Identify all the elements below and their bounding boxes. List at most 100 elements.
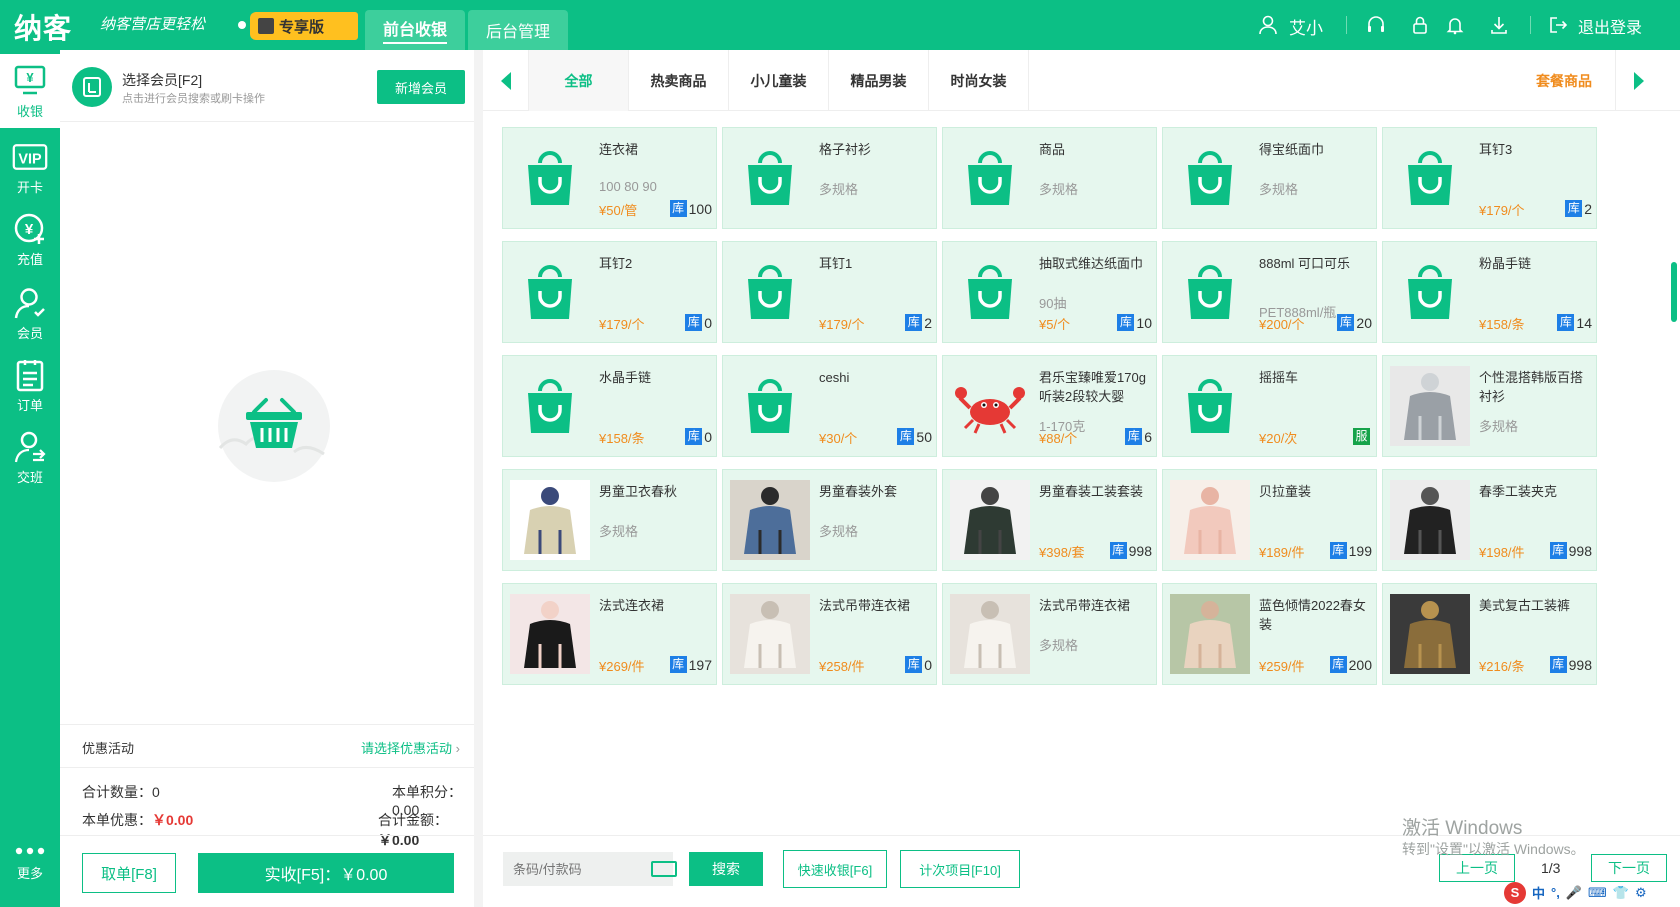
product-card[interactable]: 888ml 可口可乐 PET888ml/瓶 ¥200/个库 20 bbox=[1162, 241, 1377, 343]
product-card[interactable]: 法式吊带连衣裙 ¥258/件 库 0 bbox=[722, 583, 937, 685]
product-thumbnail bbox=[950, 480, 1030, 560]
product-price: ¥179/个 bbox=[599, 317, 645, 332]
category-bar: 全部 热卖商品 小儿童装 精品男装 时尚女装 套餐商品 bbox=[483, 50, 1680, 111]
product-card[interactable]: 抽取式维达纸面巾 90抽 ¥5/个 库 10 bbox=[942, 241, 1157, 343]
settings-icon[interactable]: ⚙ bbox=[1635, 885, 1647, 901]
sidebar-item-open-card[interactable]: VIP 开卡 bbox=[0, 130, 60, 204]
product-stock: 库 200 bbox=[1329, 656, 1372, 673]
product-card[interactable]: 耳钉1 ¥179/个 库 2 bbox=[722, 241, 937, 343]
product-name: 耳钉1 bbox=[819, 256, 853, 271]
product-card[interactable]: 春季工装夹克 ¥198/件 库 998 bbox=[1382, 469, 1597, 571]
microphone-icon[interactable]: 🎤 bbox=[1566, 885, 1582, 901]
product-thumbnail bbox=[1390, 480, 1470, 560]
product-card[interactable]: 法式吊带连衣裙 多规格 bbox=[942, 583, 1157, 685]
sidebar-label: 订单 bbox=[16, 397, 43, 413]
product-thumbnail bbox=[510, 480, 590, 560]
product-thumbnail bbox=[1390, 138, 1470, 218]
quick-pay-button[interactable]: 快速收银[F6] bbox=[783, 850, 887, 888]
product-name: 得宝纸面巾 bbox=[1259, 142, 1325, 157]
product-card[interactable]: 格子衬衫 多规格 bbox=[722, 127, 937, 229]
product-spec: 90抽 bbox=[1039, 296, 1067, 311]
tab-category[interactable]: 全部 bbox=[529, 50, 629, 111]
sidebar-item-more[interactable]: 更多 bbox=[0, 829, 60, 893]
keyboard-icon[interactable]: ⌨ bbox=[1588, 885, 1607, 901]
product-card[interactable]: 贝拉童装 ¥189/件 库 199 bbox=[1162, 469, 1377, 571]
punctuation-icon[interactable]: °, bbox=[1551, 885, 1560, 900]
product-card[interactable]: 男童卫衣春秋 多规格 bbox=[502, 469, 717, 571]
product-card[interactable]: 连衣裙 100 80 90 ¥50/管 库 100 bbox=[502, 127, 717, 229]
user-name[interactable]: 艾小 bbox=[1289, 14, 1323, 39]
count-item-button[interactable]: 计次项目[F10] bbox=[900, 850, 1020, 888]
order-total-label: 合计金额： bbox=[378, 812, 448, 828]
product-price: ¥189/件 bbox=[1259, 545, 1305, 560]
sidebar-label: 会员 bbox=[16, 325, 43, 341]
product-thumbnail bbox=[1390, 366, 1470, 446]
category-next-arrow-icon[interactable] bbox=[1615, 50, 1661, 111]
promotion-select-label: 请选择优惠活动 bbox=[361, 741, 453, 756]
product-card[interactable]: 耳钉3 ¥179/个 库 2 bbox=[1382, 127, 1597, 229]
category-prev-arrow-icon[interactable] bbox=[483, 50, 529, 111]
product-card[interactable]: 水晶手链 ¥158/条 库 0 bbox=[502, 355, 717, 457]
keyboard-icon[interactable] bbox=[651, 861, 677, 877]
product-thumbnail bbox=[1170, 138, 1250, 218]
product-card[interactable]: 男童春装外套 多规格 bbox=[722, 469, 937, 571]
download-icon[interactable] bbox=[1489, 15, 1509, 35]
sidebar-item-cashier[interactable]: ¥ 收银 bbox=[0, 54, 60, 128]
search-button[interactable]: 搜索 bbox=[689, 852, 763, 886]
stock-count: 0 bbox=[704, 314, 712, 331]
product-spec: 多规格 bbox=[819, 182, 859, 197]
sidebar-item-member[interactable]: 会员 bbox=[0, 276, 60, 350]
tab-category[interactable]: 小儿童装 bbox=[729, 50, 829, 111]
cancel-order-button[interactable]: 取单[F8] bbox=[82, 853, 176, 893]
product-name: 法式吊带连衣裙 bbox=[819, 598, 911, 613]
product-card[interactable]: 耳钉2 ¥179/个 库 0 bbox=[502, 241, 717, 343]
sidebar-item-shift[interactable]: 交班 bbox=[0, 420, 60, 494]
product-card[interactable]: ceshi ¥30/个 库 50 bbox=[722, 355, 937, 457]
sidebar-label: 收银 bbox=[16, 103, 43, 119]
ime-mode[interactable]: 中 bbox=[1532, 883, 1545, 902]
stock-count: 998 bbox=[1128, 542, 1152, 559]
promotion-select[interactable]: 请选择优惠活动 › bbox=[361, 738, 460, 757]
product-card[interactable]: 法式连衣裙 ¥269/件 库 197 bbox=[502, 583, 717, 685]
product-thumbnail bbox=[950, 252, 1030, 332]
promotion-row[interactable]: 优惠活动 请选择优惠活动 › bbox=[60, 724, 474, 768]
stock-count: 6 bbox=[1144, 428, 1152, 445]
user-icon[interactable] bbox=[1258, 15, 1278, 35]
product-card[interactable]: 君乐宝臻唯爱170g听装2段较大婴 1-170克 ¥88/个库 6 bbox=[942, 355, 1157, 457]
add-member-button[interactable]: 新增会员 bbox=[377, 70, 465, 104]
product-card[interactable]: 得宝纸面巾 多规格 bbox=[1162, 127, 1377, 229]
tab-combo-products[interactable]: 套餐商品 bbox=[1513, 50, 1615, 111]
product-card[interactable]: 男童春装工装套装 ¥398/套 库 998 bbox=[942, 469, 1157, 571]
sidebar-item-recharge[interactable]: ¥ 充值 bbox=[0, 202, 60, 276]
product-price: ¥30/个 bbox=[819, 431, 858, 446]
product-stock: 库 197 bbox=[669, 656, 712, 673]
lock-icon[interactable] bbox=[1410, 15, 1430, 35]
product-card[interactable]: 个性混搭韩版百搭衬衫 多规格 bbox=[1382, 355, 1597, 457]
stock-count: 197 bbox=[688, 656, 712, 673]
bell-icon[interactable] bbox=[1445, 15, 1465, 35]
product-card[interactable]: 摇摇车 ¥20/次 服 bbox=[1162, 355, 1377, 457]
barcode-input[interactable] bbox=[503, 852, 673, 886]
skin-icon[interactable]: 👕 bbox=[1613, 885, 1629, 901]
member-selector[interactable]: 选择会员[F2] 点击进行会员搜索或刷卡操作 新增会员 bbox=[60, 50, 474, 122]
product-card[interactable]: 粉晶手链 ¥158/条 库 14 bbox=[1382, 241, 1597, 343]
product-card[interactable]: 蓝色倾情2022春女装 ¥259/件 库 200 bbox=[1162, 583, 1377, 685]
product-card[interactable]: 美式复古工装裤 ¥216/条 库 998 bbox=[1382, 583, 1597, 685]
scrollbar-thumb[interactable] bbox=[1671, 262, 1677, 322]
product-card[interactable]: 商品 多规格 bbox=[942, 127, 1157, 229]
sogou-ime-icon[interactable]: S bbox=[1504, 881, 1526, 904]
tab-category[interactable]: 时尚女装 bbox=[929, 50, 1029, 111]
logout-button[interactable]: 退出登录 bbox=[1578, 14, 1642, 38]
tab-back-office[interactable]: 后台管理 bbox=[468, 10, 568, 50]
product-name: 粉晶手链 bbox=[1479, 256, 1532, 271]
logout-icon[interactable] bbox=[1548, 15, 1568, 35]
svg-text:¥: ¥ bbox=[25, 221, 34, 238]
stock-count: 199 bbox=[1348, 542, 1372, 559]
sidebar-item-orders[interactable]: 订单 bbox=[0, 348, 60, 422]
pay-button[interactable]: 实收[F5]：￥0.00 bbox=[198, 853, 454, 893]
tab-front-cashier[interactable]: 前台收银 bbox=[365, 10, 465, 50]
tab-category[interactable]: 精品男装 bbox=[829, 50, 929, 111]
tab-category[interactable]: 热卖商品 bbox=[629, 50, 729, 111]
product-thumbnail bbox=[730, 480, 810, 560]
headset-icon[interactable] bbox=[1366, 15, 1386, 35]
